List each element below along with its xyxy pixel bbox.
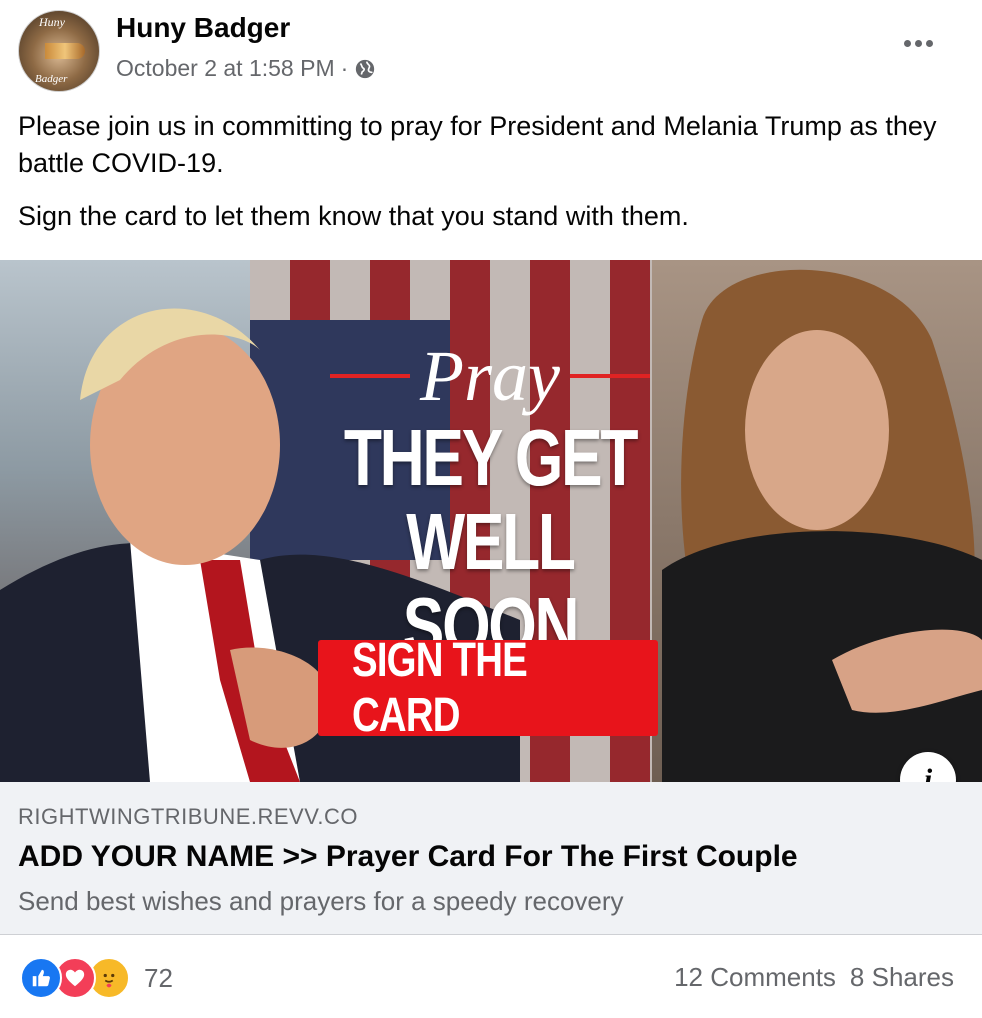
like-icon — [20, 957, 62, 999]
ad-image[interactable]: Pray THEY GET WELL SOON SIGN THE CARD — [0, 260, 982, 782]
meta-separator: · — [340, 55, 349, 81]
decorative-line — [330, 374, 411, 378]
ellipsis-icon — [903, 39, 911, 47]
page-avatar[interactable]: Huny Badger — [18, 10, 100, 92]
comments-count-link[interactable]: 12 Comments — [674, 962, 836, 993]
post-stats: 12 Comments 8 Shares — [674, 962, 954, 993]
post-meta: October 2 at 1:58 PM · — [116, 55, 376, 82]
pray-word: Pray — [420, 336, 560, 416]
sign-the-card-label: SIGN THE CARD — [352, 634, 528, 742]
link-domain: RIGHTWINGTRIBUNE.REVV.CO — [18, 804, 358, 829]
post-timestamp[interactable]: October 2 at 1:58 PM — [116, 55, 335, 82]
avatar-bullet-graphic — [45, 43, 85, 59]
link-title: ADD YOUR NAME >> Prayer Card For The Fir… — [18, 840, 798, 873]
reaction-count: 72 — [144, 962, 173, 993]
avatar-text-top: Huny — [39, 15, 65, 29]
post-text-paragraph: Please join us in committing to pray for… — [18, 111, 937, 178]
shares-count-link[interactable]: 8 Shares — [850, 962, 954, 993]
pray-row: Pray — [290, 336, 690, 416]
more-options-button[interactable] — [898, 28, 938, 58]
ad-overlay-text: Pray THEY GET WELL SOON — [290, 336, 690, 668]
link-description: Send best wishes and prayers for a speed… — [18, 886, 624, 916]
reactions-summary[interactable]: 72 — [20, 957, 173, 999]
headline-line-1: THEY GET — [343, 413, 639, 502]
decorative-line — [569, 374, 650, 378]
globe-icon[interactable] — [354, 58, 376, 80]
post-body: Please join us in committing to pray for… — [18, 108, 958, 251]
avatar-text-bottom: Badger — [35, 73, 68, 85]
woman-figure — [662, 269, 982, 782]
sign-the-card-button[interactable]: SIGN THE CARD — [318, 634, 658, 742]
page-name-link[interactable]: Huny Badger — [116, 12, 290, 44]
link-preview[interactable]: RIGHTWINGTRIBUNE.REVV.CO ADD YOUR NAME >… — [0, 782, 982, 935]
post-text-paragraph: Sign the card to let them know that you … — [18, 201, 689, 231]
facebook-post: Huny Badger Huny Badger October 2 at 1:5… — [0, 0, 982, 1018]
